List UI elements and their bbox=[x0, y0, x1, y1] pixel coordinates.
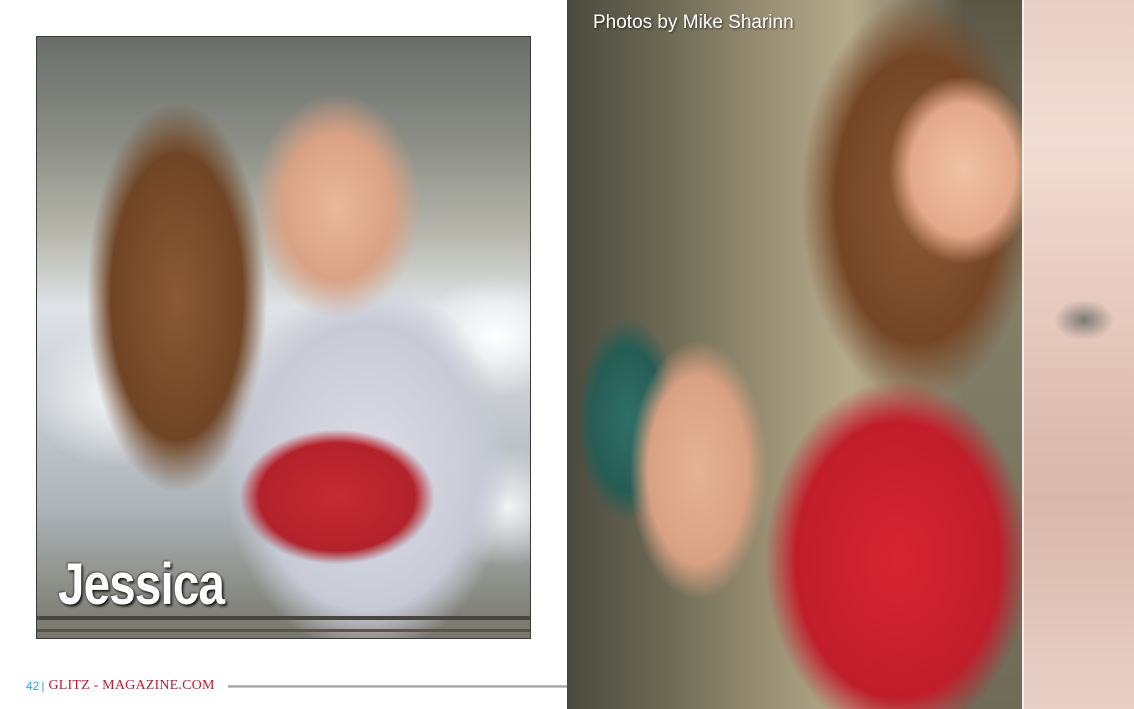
left-page: Jessica 42 | GLITZ - MAGAZINE.COM bbox=[0, 0, 567, 709]
photo-credit: Photos by Mike Sharinn bbox=[593, 12, 794, 33]
site-name-link[interactable]: GLITZ - MAGAZINE.COM bbox=[48, 678, 214, 694]
model-photo-left bbox=[36, 36, 531, 639]
footer-divider bbox=[228, 685, 567, 688]
railing-lower bbox=[37, 629, 530, 632]
stone-wall bbox=[1022, 0, 1134, 709]
page-footer: 42 | GLITZ - MAGAZINE.COM bbox=[26, 677, 215, 695]
footer-separator: | bbox=[41, 679, 45, 693]
model-photo-right bbox=[567, 0, 1134, 709]
model-name-title: Jessica bbox=[58, 552, 225, 617]
page-number: 42 bbox=[26, 679, 40, 693]
